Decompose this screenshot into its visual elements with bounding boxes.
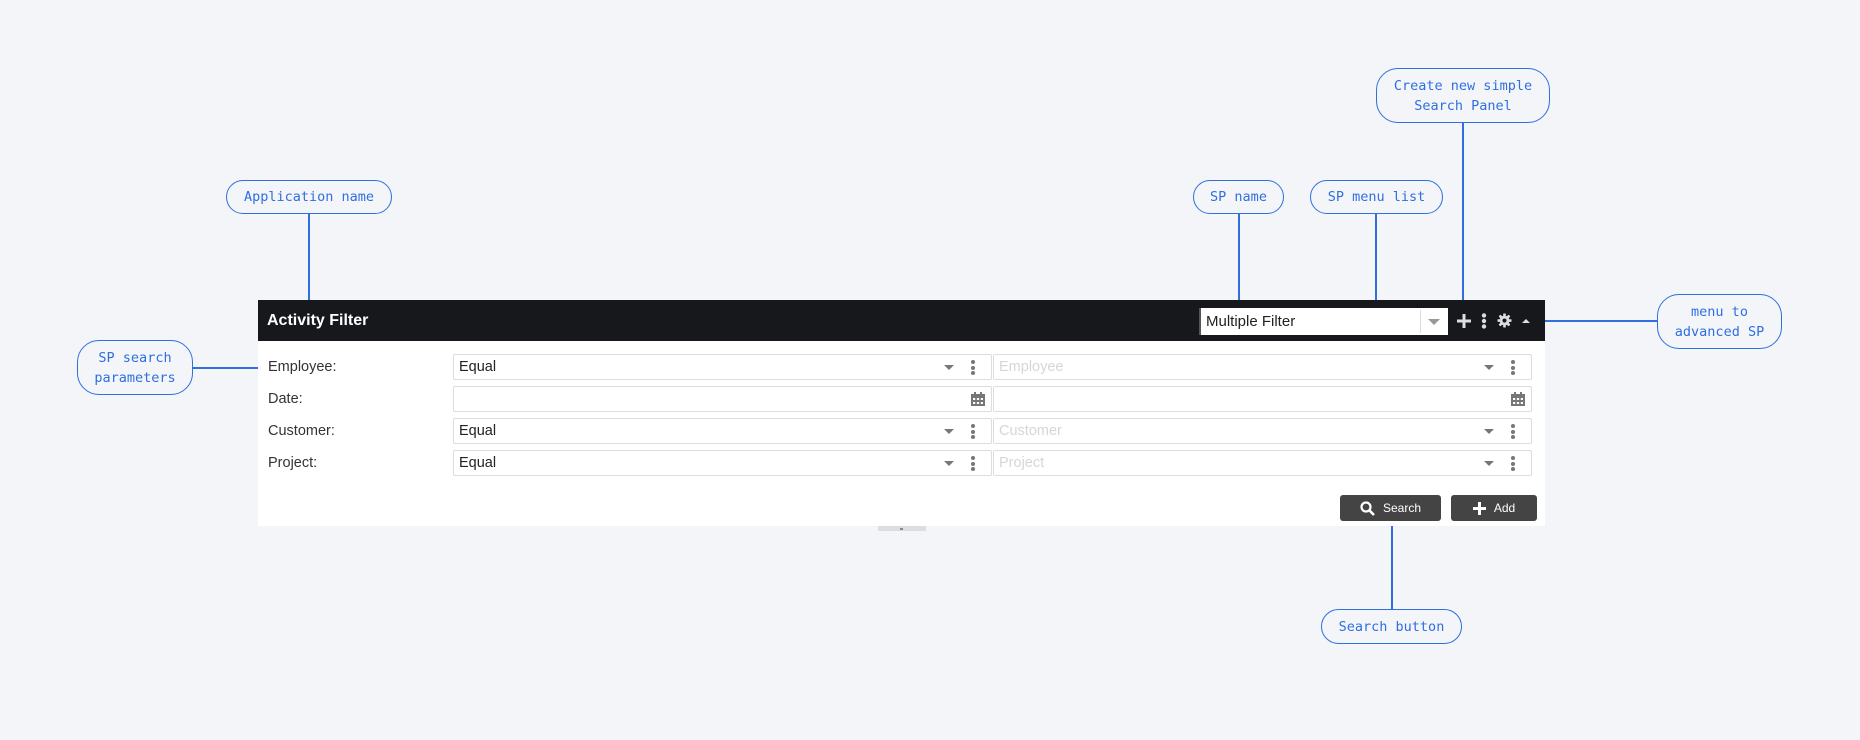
- calendar-icon[interactable]: [971, 392, 985, 411]
- gear-icon[interactable]: [1495, 308, 1513, 333]
- collapse-up-icon[interactable]: [1520, 308, 1532, 333]
- label-date: Date:: [268, 391, 303, 407]
- callout-create-new: Create new simple Search Panel: [1376, 68, 1550, 123]
- date-to-input[interactable]: [993, 386, 1532, 412]
- search-button-label: Search: [1382, 501, 1422, 515]
- chevron-down-icon[interactable]: [944, 429, 954, 434]
- kebab-menu-icon[interactable]: [1511, 456, 1515, 473]
- customer-placeholder: Customer: [999, 423, 1062, 439]
- date-from-input[interactable]: [453, 386, 992, 412]
- employee-operator-select[interactable]: Equal: [453, 354, 992, 380]
- customer-value-select[interactable]: Customer: [993, 418, 1532, 444]
- chevron-down-icon[interactable]: [944, 461, 954, 466]
- connector-line: [1462, 123, 1464, 300]
- kebab-menu-icon[interactable]: [1479, 308, 1489, 333]
- chevron-down-icon[interactable]: [1484, 461, 1494, 466]
- sp-name-select[interactable]: Multiple Filter: [1199, 308, 1448, 335]
- connector-line: [1375, 214, 1377, 300]
- search-icon: [1360, 500, 1375, 516]
- kebab-menu-icon[interactable]: [971, 456, 975, 473]
- chevron-down-icon[interactable]: [1484, 429, 1494, 434]
- calendar-icon[interactable]: [1511, 392, 1525, 411]
- employee-value-select[interactable]: Employee: [993, 354, 1532, 380]
- operator-value: Equal: [459, 359, 497, 375]
- callout-menu-advanced: menu to advanced SP: [1657, 294, 1782, 349]
- panel-header: Activity Filter Multiple Filter: [258, 300, 1545, 341]
- connector-line: [308, 214, 310, 300]
- operator-value: Equal: [459, 455, 497, 471]
- callout-sp-menu-list: SP menu list: [1310, 180, 1443, 214]
- callout-search-button: Search button: [1321, 609, 1462, 644]
- label-employee: Employee:: [268, 359, 337, 375]
- select-divider: [1420, 310, 1421, 333]
- connector-line: [193, 367, 263, 369]
- plus-icon[interactable]: [1455, 308, 1473, 333]
- add-button-label: Add: [1493, 501, 1516, 515]
- connector-line: [1391, 524, 1393, 609]
- label-project: Project:: [268, 455, 318, 471]
- connector-line: [1238, 214, 1240, 300]
- callout-sp-search-parameters: SP search parameters: [77, 340, 193, 395]
- kebab-menu-icon[interactable]: [1511, 424, 1515, 441]
- employee-placeholder: Employee: [999, 359, 1064, 375]
- chevron-down-icon[interactable]: [944, 365, 954, 370]
- operator-value: Equal: [459, 423, 497, 439]
- plus-icon: [1472, 501, 1486, 515]
- project-value-select[interactable]: Project: [993, 450, 1532, 476]
- sp-name-value: Multiple Filter: [1206, 313, 1296, 330]
- search-panel: Activity Filter Multiple Filter Employee…: [258, 300, 1545, 531]
- callout-application-name: Application name: [226, 180, 392, 214]
- label-customer: Customer:: [268, 423, 335, 439]
- kebab-menu-icon[interactable]: [971, 360, 975, 377]
- kebab-menu-icon[interactable]: [1511, 360, 1515, 377]
- customer-operator-select[interactable]: Equal: [453, 418, 992, 444]
- project-operator-select[interactable]: Equal: [453, 450, 992, 476]
- add-button[interactable]: Add: [1451, 495, 1537, 521]
- kebab-menu-icon[interactable]: [971, 424, 975, 441]
- callout-sp-name: SP name: [1193, 180, 1284, 214]
- project-placeholder: Project: [999, 455, 1045, 471]
- app-title: Activity Filter: [267, 312, 369, 329]
- search-button[interactable]: Search: [1340, 495, 1441, 521]
- chevron-down-icon[interactable]: [1428, 319, 1440, 325]
- chevron-down-icon[interactable]: [1484, 365, 1494, 370]
- resize-handle[interactable]: [878, 526, 926, 531]
